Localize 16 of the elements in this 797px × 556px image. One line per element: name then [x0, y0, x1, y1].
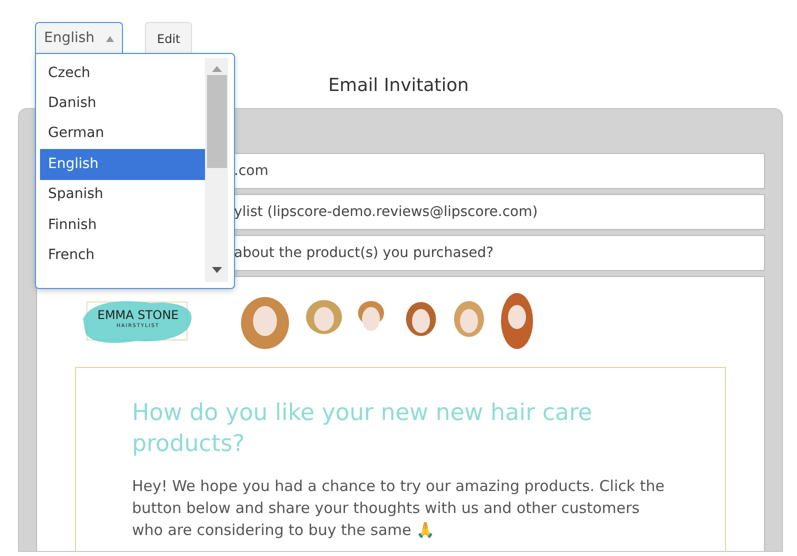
scroll-up-icon[interactable] [210, 65, 222, 73]
language-option[interactable]: German [40, 118, 205, 150]
language-option[interactable]: English [40, 149, 205, 180]
scrollbar[interactable] [205, 58, 228, 282]
select-value: English [44, 29, 95, 48]
caret-up-icon [106, 36, 114, 42]
edit-button[interactable]: Edit [145, 22, 192, 54]
email-body: Hey! We hope you had a chance to try our amazing products. Click the button below and share your thoughts with us and other customers who are considering to buy the same 🙏 [132, 476, 666, 541]
language-select[interactable]: English [35, 22, 123, 54]
logo-name: EMMA STONE [97, 309, 179, 321]
scroll-down-icon[interactable] [210, 266, 222, 274]
language-option[interactable]: Czech [40, 58, 205, 88]
language-option[interactable]: French [40, 240, 205, 271]
language-option[interactable]: Danish [40, 88, 205, 119]
page-title: Email Invitation [328, 74, 469, 98]
email-heading: How do you like your new new hair care products? [132, 399, 594, 460]
